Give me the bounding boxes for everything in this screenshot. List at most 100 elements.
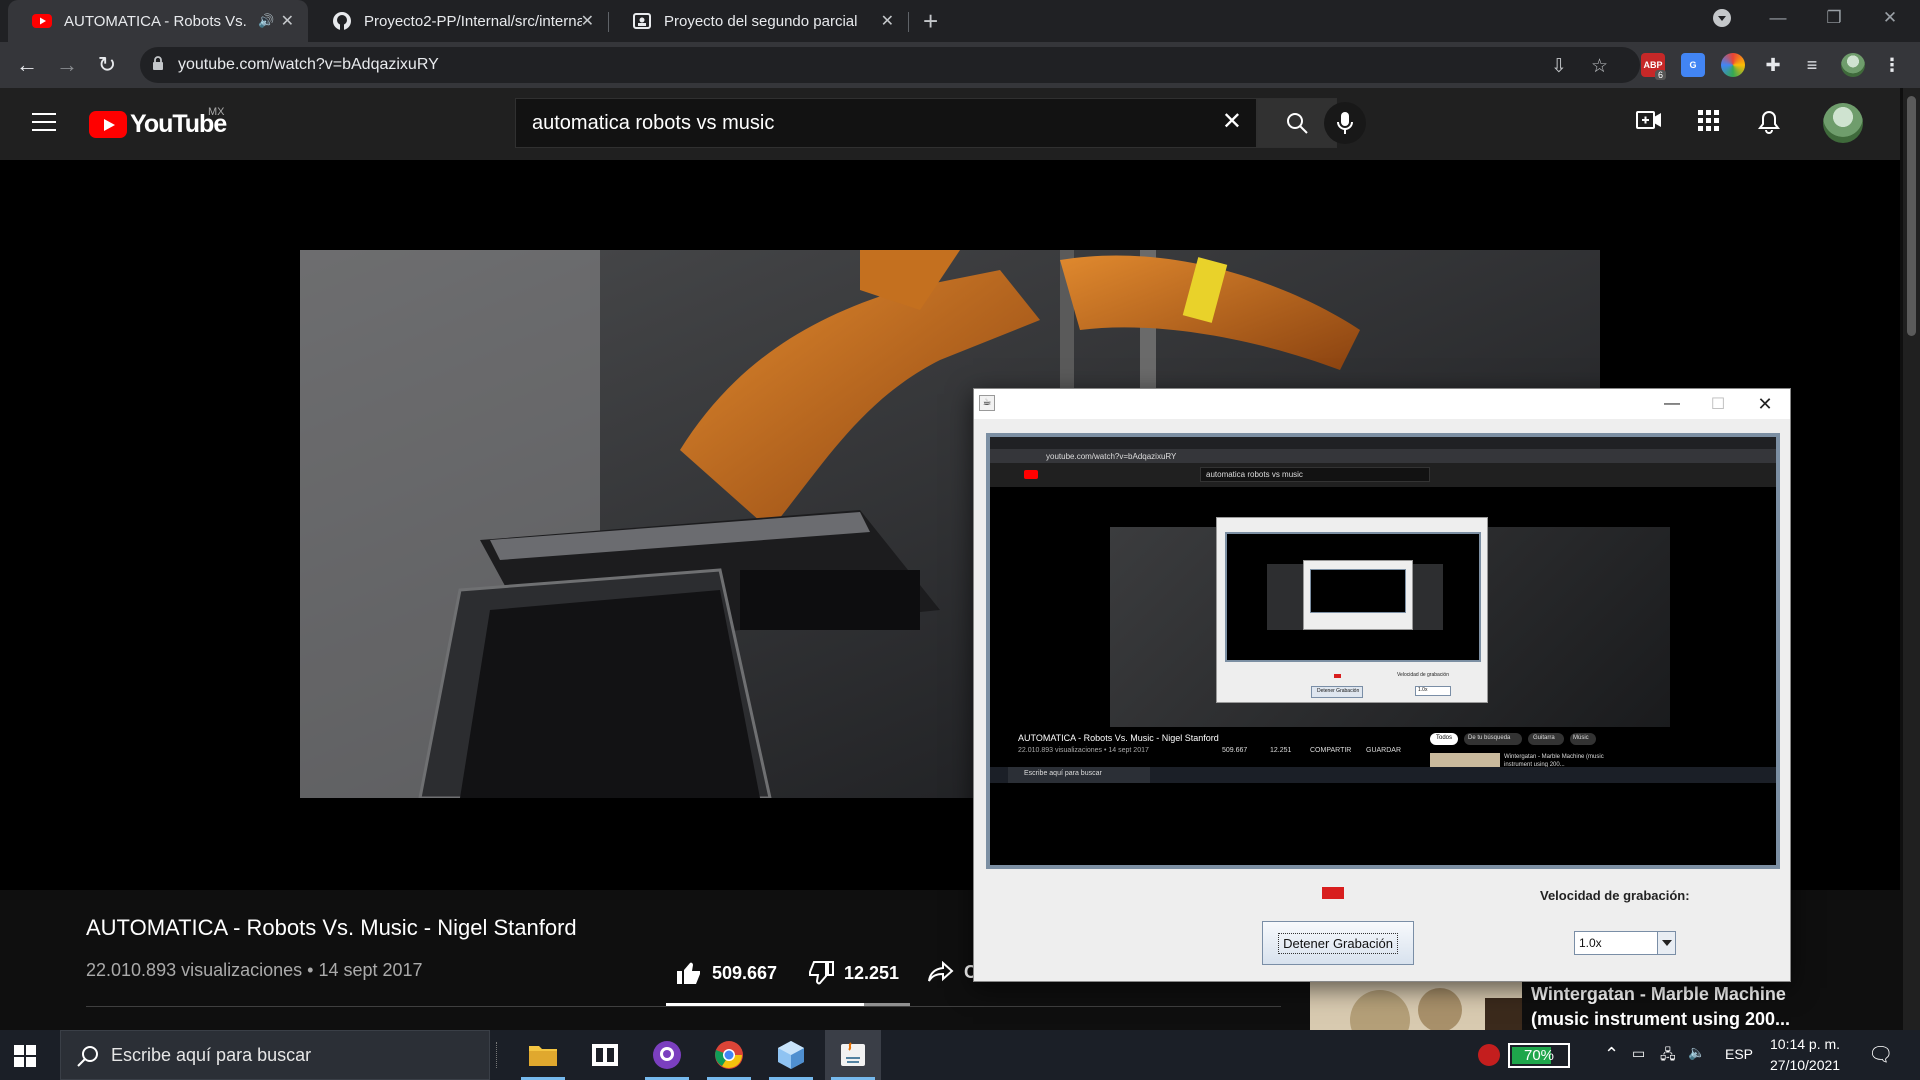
recommendation-title[interactable]: Wintergatan - Marble Machine (music inst… [1531,982,1821,1032]
preview-dislikes: 12.251 [1270,747,1292,754]
like-count: 509.667 [712,962,778,983]
minimize-icon[interactable]: — [1750,0,1806,36]
address-bar[interactable]: youtube.com/watch?v=bAdqazixuRY ⇩ ☆ [140,47,1640,83]
clock-date[interactable]: 27/10/2021 [1770,1057,1840,1073]
recorder-minimize-icon[interactable]: — [1649,389,1695,419]
tab-search-icon[interactable] [1694,0,1750,36]
chrome-icon [715,1041,743,1069]
github-desktop-taskbar-button[interactable] [639,1030,695,1080]
new-tab-button[interactable]: + [923,6,938,36]
chrome-menu-icon[interactable]: ⋮ [1880,53,1904,77]
chrome-taskbar-button[interactable] [701,1030,757,1080]
preview-video-meta: 22.010.893 visualizaciones • 14 sept 201… [1018,747,1149,754]
lock-icon[interactable] [152,56,164,76]
clear-search-icon[interactable]: ✕ [1222,107,1242,136]
tab-proyecto[interactable]: Proyecto del segundo parcial ✕ [608,0,908,42]
like-button[interactable]: 509.667 [676,961,777,985]
media-queue-icon[interactable]: ≡ [1800,53,1824,77]
notifications-icon[interactable]: 🗨 [1868,1042,1893,1067]
tab-close-icon[interactable]: ✕ [881,11,894,31]
install-app-icon[interactable]: ⇩ [1551,55,1567,78]
preview-share: COMPARTIR [1310,747,1352,754]
dislike-button[interactable]: 12.251 [808,961,899,985]
virtualbox-taskbar-button[interactable] [763,1030,819,1080]
page-scrollbar[interactable] [1903,88,1920,1030]
windows-taskbar: Escribe aquí para buscar 70% ⌃ ▭ 🖧 🔈 ESP… [0,1030,1920,1080]
volume-icon[interactable]: 🔈 [1688,1044,1705,1061]
restore-icon[interactable]: ❐ [1806,0,1862,36]
extensions-puzzle-icon[interactable]: ✚ [1761,53,1785,77]
folder-icon [529,1046,557,1066]
close-window-icon[interactable]: ✕ [1862,0,1918,36]
search-icon [1287,113,1308,134]
country-code: MX [208,106,225,118]
search-icon [77,1046,98,1067]
recorder-maximize-icon[interactable]: ☐ [1695,389,1741,419]
windows-start-icon[interactable] [14,1045,36,1067]
reader-taskbar-button[interactable] [577,1030,633,1080]
recorder-window: ☕ — ☐ ✕ youtube.com/watch?v=bAdqazixuRY … [973,388,1791,982]
taskbar-search-placeholder: Escribe aquí para buscar [111,1045,312,1065]
recorder-close-icon[interactable]: ✕ [1742,389,1788,419]
tab-github[interactable]: Proyecto2-PP/Internal/src/internal ✕ [308,0,608,42]
preview-search: automatica robots vs music [1206,470,1303,479]
input-language[interactable]: ESP [1725,1046,1753,1062]
clock-time[interactable]: 10:14 p. m. [1770,1036,1840,1052]
youtube-logo[interactable]: YouTube MX [89,106,227,139]
java-taskbar-button[interactable] [825,1030,881,1080]
preview-url: youtube.com/watch?v=bAdqazixuRY [1046,452,1177,461]
dropdown-arrow-icon[interactable] [1657,932,1675,954]
notifications-bell-icon[interactable] [1758,110,1780,140]
tab-close-icon[interactable]: ✕ [281,11,294,31]
preview-save: GUARDAR [1366,747,1402,754]
preview-chip-3: Músic [1573,735,1589,741]
preview-nested-speed-label: Velocidad de grabación [1397,672,1449,678]
youtube-header: YouTube MX automatica robots vs music ✕ [0,88,1900,160]
preview-chip-2: Guitarra [1533,735,1555,741]
dislike-count: 12.251 [844,962,900,983]
battery-percent: 70% [1523,1047,1555,1064]
tab-youtube[interactable]: AUTOMATICA - Robots Vs. Music - Nigel St… [8,0,308,42]
forward-icon[interactable]: → [51,49,83,81]
back-icon[interactable]: ← [11,49,43,81]
battery-indicator[interactable]: 70% [1508,1043,1570,1068]
hamburger-menu-icon[interactable] [32,113,56,131]
file-explorer-taskbar-button[interactable] [515,1030,571,1080]
create-video-icon[interactable] [1636,110,1662,136]
recommendation-thumbnail[interactable] [1310,980,1522,1050]
security-tray-icon[interactable] [1478,1044,1500,1066]
profile-avatar[interactable] [1841,53,1865,77]
network-icon[interactable]: 🖧 [1660,1044,1676,1068]
preview-youtube-logo-icon [1024,470,1038,479]
java-icon [841,1042,865,1066]
bookmark-star-icon[interactable]: ☆ [1591,55,1608,78]
apps-grid-icon[interactable] [1698,110,1720,138]
preview-nested-stop: Detener Grabación [1317,688,1360,694]
java-app-icon: ☕ [979,395,995,411]
thumbs-down-icon [809,961,834,985]
tab-title: Proyecto del segundo parcial [664,12,858,30]
browser-tabstrip: AUTOMATICA - Robots Vs. Music - Nigel St… [0,0,1920,42]
speed-select[interactable]: 1.0x [1574,931,1676,955]
stop-recording-button[interactable]: Detener Grabación [1262,921,1414,965]
voice-search-button[interactable] [1324,102,1366,144]
translate-extension-icon[interactable]: G [1681,53,1705,77]
preview-video-title: AUTOMATICA - Robots Vs. Music - Nigel St… [1018,733,1219,743]
recording-indicator [1322,887,1344,899]
cube-icon [778,1041,804,1069]
power-icon[interactable]: ▭ [1632,1045,1645,1062]
search-input[interactable]: automatica robots vs music ✕ [515,98,1257,148]
color-picker-extension-icon[interactable] [1721,53,1745,77]
user-avatar[interactable] [1823,103,1863,143]
show-hidden-icons-chevron-icon[interactable]: ⌃ [1604,1044,1619,1065]
tab-close-icon[interactable]: ✕ [581,11,594,31]
taskbar-search-input[interactable]: Escribe aquí para buscar [60,1030,490,1080]
recorder-titlebar[interactable]: ☕ — ☐ ✕ [974,389,1790,419]
reload-icon[interactable]: ↻ [91,49,123,81]
share-button[interactable]: C [928,961,977,983]
tab-mute-icon[interactable]: 🔊 [258,13,274,29]
stop-recording-label: Detener Grabación [1278,932,1398,954]
youtube-favicon-icon [32,11,52,31]
video-meta: 22.010.893 visualizaciones • 14 sept 201… [86,960,423,980]
video-title: AUTOMATICA - Robots Vs. Music - Nigel St… [86,915,577,940]
